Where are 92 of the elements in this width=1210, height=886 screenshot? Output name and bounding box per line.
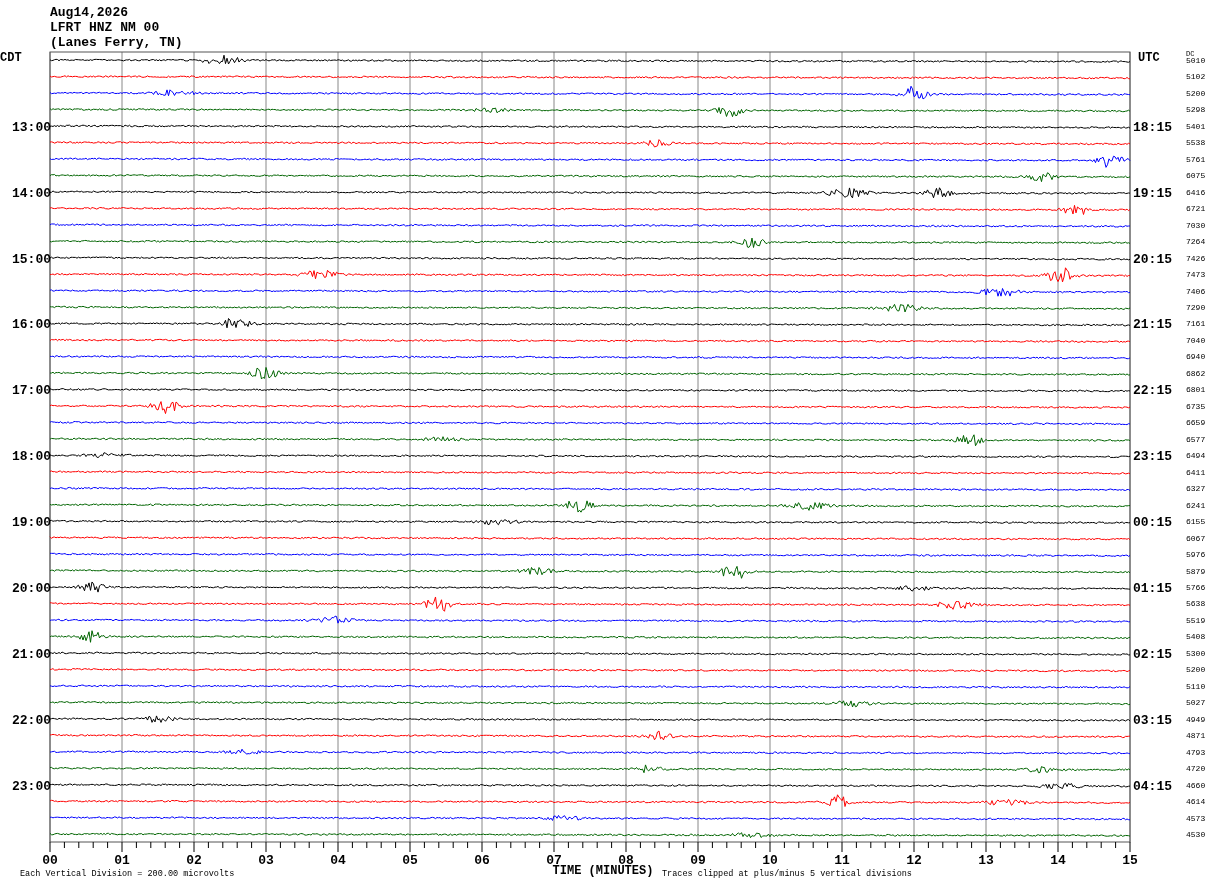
dc-value: 4949 (1186, 714, 1206, 724)
dc-value: 7406 (1186, 286, 1206, 296)
dc-value: 6577 (1186, 434, 1206, 444)
station-location: (Lanes Ferry, TN) (50, 35, 183, 50)
time-label: 17:00 (12, 383, 51, 399)
footer-note: Each Vertical Division = 200.00 microvolts (20, 869, 235, 879)
time-label: 20:15 (1133, 251, 1172, 267)
dc-value: 5766 (1186, 583, 1206, 592)
axis-tick-label: 06 (474, 853, 490, 868)
axis-tick-label: 09 (690, 853, 706, 868)
time-label: 21:15 (1133, 317, 1172, 333)
dc-value: 5519 (1186, 615, 1206, 625)
axis-tick-label: 12 (906, 853, 922, 868)
time-label: 23:15 (1133, 449, 1172, 465)
time-label: 13:00 (12, 119, 51, 135)
dc-value: 7426 (1186, 253, 1206, 263)
dc-value: 5401 (1186, 121, 1206, 131)
dc-value: 7473 (1186, 270, 1206, 280)
dc-value: 6327 (1186, 484, 1206, 494)
time-label: 21:00 (12, 646, 51, 662)
time-label: 14:00 (12, 185, 51, 201)
dc-value: 5538 (1186, 138, 1206, 148)
dc-value: 4660 (1186, 780, 1206, 790)
dc-value: 6940 (1186, 352, 1206, 362)
dc-value: 5761 (1186, 154, 1206, 164)
dc-value: 6721 (1186, 204, 1206, 214)
time-label: 15:00 (12, 251, 51, 267)
axis-tick-label: 00 (42, 853, 58, 868)
axis-tick-label: 04 (330, 853, 346, 868)
timezone-label: CDT (0, 51, 22, 65)
time-label: 22:15 (1133, 383, 1172, 399)
dc-value: 4720 (1186, 764, 1206, 774)
dc-value: 4573 (1186, 813, 1206, 823)
axis-tick-label: 03 (258, 853, 274, 868)
dc-value: 4793 (1186, 747, 1206, 757)
dc-value: 5200 (1186, 665, 1206, 675)
dc-value: 6801 (1186, 385, 1206, 395)
axis-tick-label: 10 (762, 853, 778, 868)
time-label: 01:15 (1133, 581, 1172, 596)
dc-value: 5638 (1186, 599, 1206, 609)
dc-value: 4614 (1186, 797, 1206, 807)
time-label: 20:00 (12, 581, 51, 596)
dc-value: 7290 (1186, 303, 1206, 312)
time-label: 18:00 (12, 449, 51, 465)
dc-value: 5102 (1186, 72, 1206, 82)
time-label: 16:00 (12, 317, 51, 333)
dc-value: 5879 (1186, 566, 1206, 576)
dc-value: 7161 (1186, 319, 1206, 329)
axis-tick-label: 15 (1122, 853, 1138, 868)
dc-value: 4530 (1186, 830, 1206, 839)
time-label: 22:00 (12, 712, 51, 728)
dc-value: 5298 (1186, 105, 1206, 115)
time-label: 02:15 (1133, 646, 1172, 662)
dc-value: 5027 (1186, 698, 1206, 708)
dc-value: 7264 (1186, 237, 1206, 247)
station-date: Aug14,2026 (50, 5, 128, 20)
dc-value: 5300 (1186, 648, 1206, 658)
dc-value: 6494 (1186, 451, 1206, 461)
dc-value: 6411 (1186, 467, 1206, 477)
dc-value: 6075 (1186, 171, 1206, 181)
dc-value: 6241 (1186, 500, 1206, 510)
time-label: 03:15 (1133, 712, 1172, 728)
dc-value: 5200 (1186, 88, 1206, 98)
time-label: 23:00 (12, 778, 51, 794)
axis-title: TIME (MINUTES) (552, 864, 654, 878)
dc-value: 6862 (1186, 368, 1206, 378)
dc-value: 6416 (1186, 187, 1206, 197)
dc-value: 7040 (1186, 335, 1206, 345)
footer-note: Traces clipped at plus/minus 5 vertical divisions (662, 869, 912, 879)
time-label: 18:15 (1133, 119, 1172, 135)
axis-tick-label: 02 (186, 853, 202, 868)
dc-value: 5010 (1186, 56, 1206, 65)
axis-tick-label: 01 (114, 853, 130, 868)
time-label: 00:15 (1133, 515, 1172, 531)
time-label: 19:15 (1133, 185, 1172, 201)
time-label: 04:15 (1133, 778, 1172, 794)
dc-value: 6659 (1186, 418, 1206, 428)
axis-tick-label: 05 (402, 853, 418, 868)
dc-value: 6735 (1186, 401, 1206, 411)
dc-value: 5976 (1186, 550, 1206, 560)
dc-value: 4871 (1186, 731, 1206, 741)
axis-tick-label: 11 (834, 853, 850, 868)
dc-value: 5408 (1186, 632, 1206, 642)
dc-value: 6067 (1186, 533, 1206, 543)
station-name: LFRT HNZ NM 00 (50, 20, 160, 35)
timezone-label: UTC (1138, 51, 1160, 65)
dc-value: 6155 (1186, 517, 1206, 527)
axis-tick-label: 13 (978, 853, 994, 868)
dc-value: 7030 (1186, 220, 1206, 230)
dc-value: 5110 (1186, 681, 1206, 691)
time-label: 19:00 (12, 515, 51, 531)
axis-tick-label: 14 (1050, 853, 1066, 868)
